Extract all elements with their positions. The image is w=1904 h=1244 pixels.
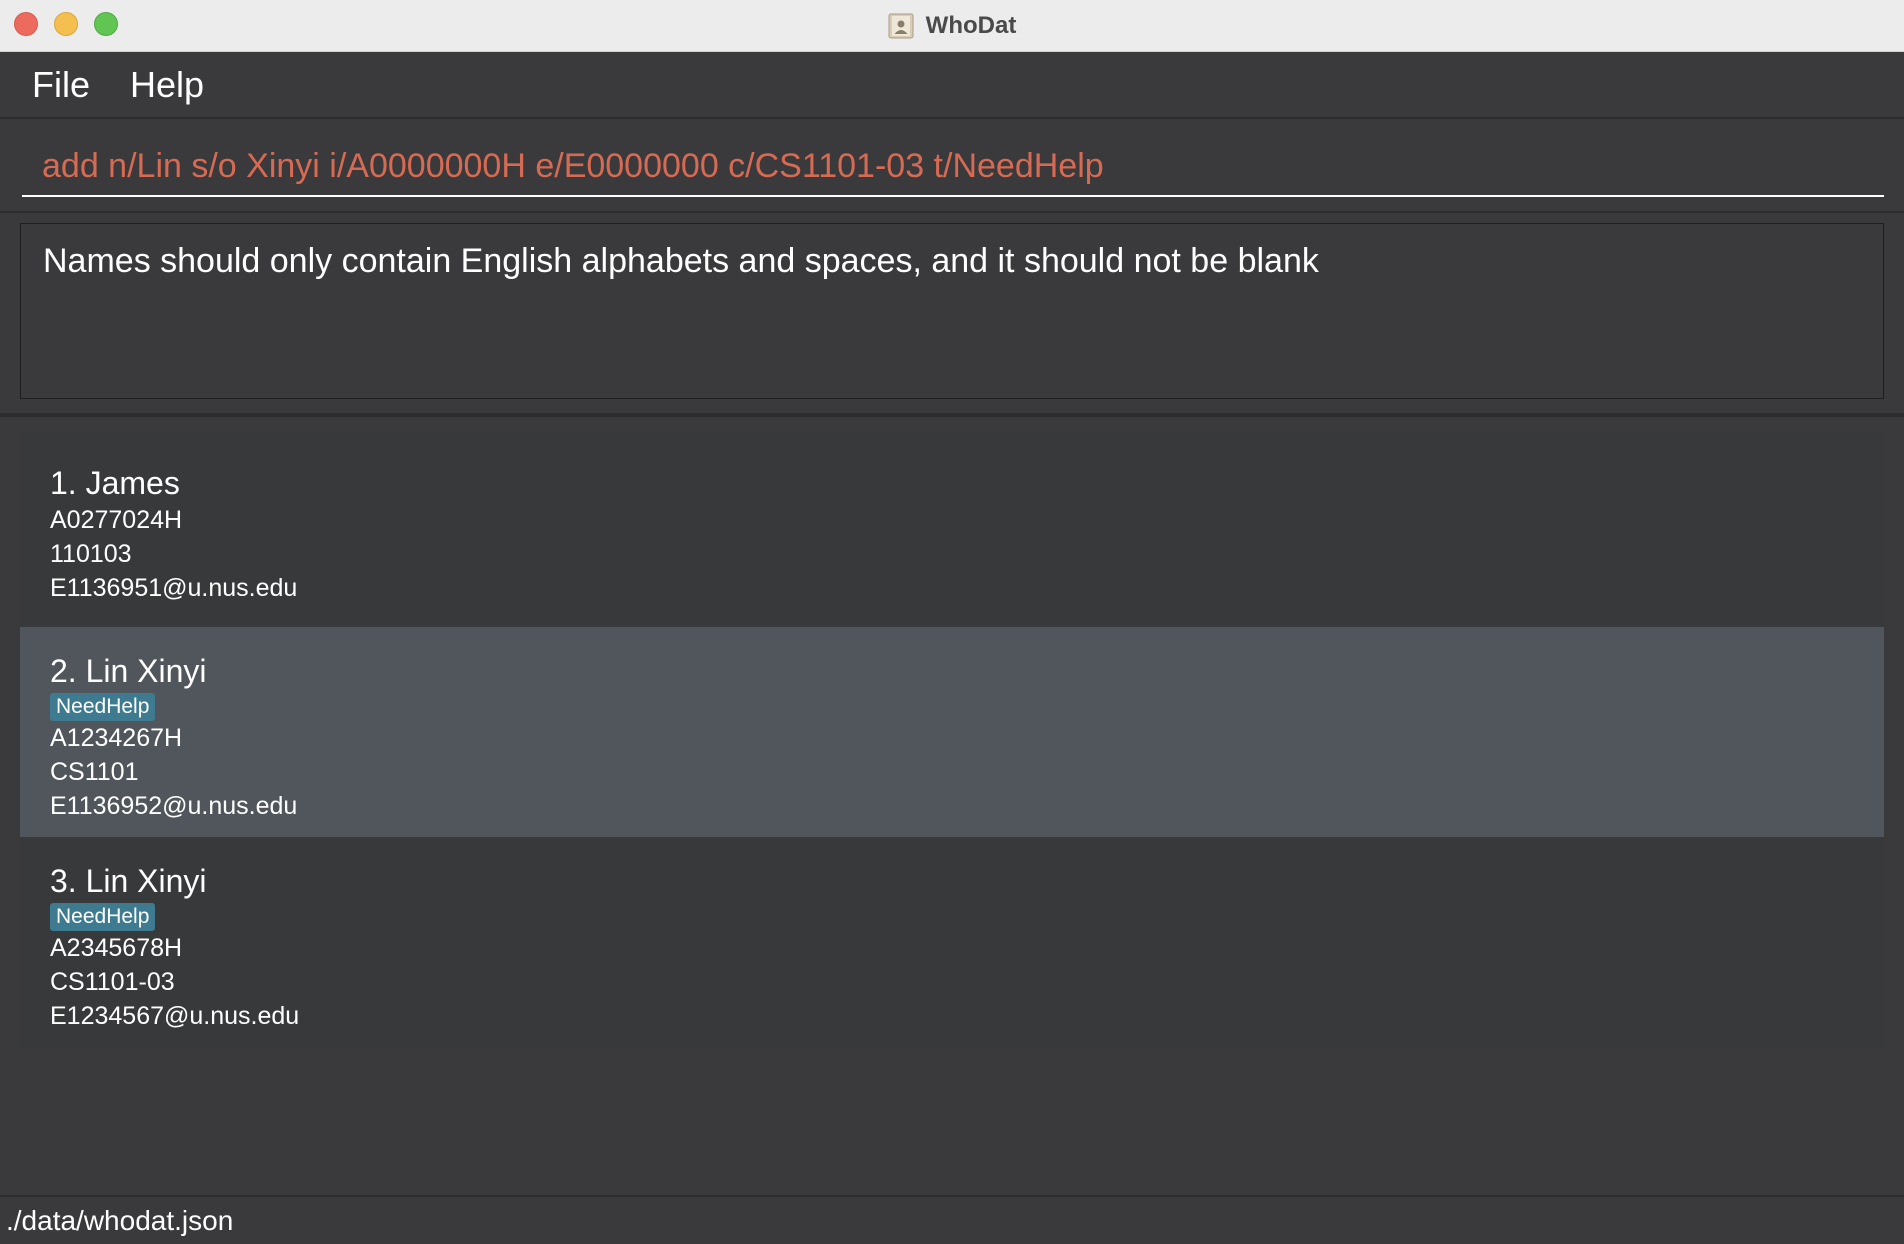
menu-file[interactable]: File (12, 64, 110, 106)
title-wrap: WhoDat (0, 0, 1904, 51)
contacts-app-icon (888, 13, 914, 38)
status-bar: ./data/whodat.json (0, 1195, 1904, 1244)
title-bar: WhoDat (0, 0, 1904, 52)
person-id: A2345678H (50, 934, 183, 962)
menu-help[interactable]: Help (110, 64, 224, 106)
person-email: E1136952@u.nus.edu (50, 792, 298, 820)
save-file-path: ./data/whodat.json (6, 1204, 234, 1236)
person-id: A1234267H (50, 724, 183, 752)
person-email: E1136951@u.nus.edu (50, 574, 298, 602)
menu-bar: File Help (0, 52, 1904, 119)
person-card[interactable]: 3. Lin Xinyi NeedHelp A2345678H CS1101-0… (20, 837, 1884, 1047)
person-list-panel: 1. James A0277024H 110103 E1136951@u.nus… (0, 417, 1904, 1195)
person-name: 2. Lin Xinyi (50, 653, 207, 689)
tag-list: NeedHelp (50, 901, 1854, 931)
person-card[interactable]: 1. James A0277024H 110103 E1136951@u.nus… (20, 433, 1884, 627)
command-input[interactable]: add n/Lin s/o Xinyi i/A0000000H e/E00000… (22, 137, 1884, 197)
window-title: WhoDat (925, 11, 1017, 39)
result-display-panel: Names should only contain English alphab… (0, 213, 1904, 417)
person-name: 3. Lin Xinyi (50, 863, 207, 899)
person-list[interactable]: 1. James A0277024H 110103 E1136951@u.nus… (20, 433, 1884, 1047)
person-id: A0277024H (50, 506, 183, 534)
result-display: Names should only contain English alphab… (20, 223, 1884, 399)
person-class: 110103 (50, 540, 132, 568)
person-class: CS1101 (50, 758, 139, 786)
person-card[interactable]: 2. Lin Xinyi NeedHelp A1234267H CS1101 E… (20, 627, 1884, 837)
app-window: WhoDat File Help add n/Lin s/o Xinyi i/A… (0, 0, 1904, 1244)
tag-badge: NeedHelp (50, 903, 156, 931)
person-email: E1234567@u.nus.edu (50, 1002, 300, 1030)
command-box: add n/Lin s/o Xinyi i/A0000000H e/E00000… (0, 119, 1904, 213)
tag-list: NeedHelp (50, 691, 1854, 721)
person-name: 1. James (50, 465, 180, 501)
tag-badge: NeedHelp (50, 693, 156, 721)
person-class: CS1101-03 (50, 968, 175, 996)
